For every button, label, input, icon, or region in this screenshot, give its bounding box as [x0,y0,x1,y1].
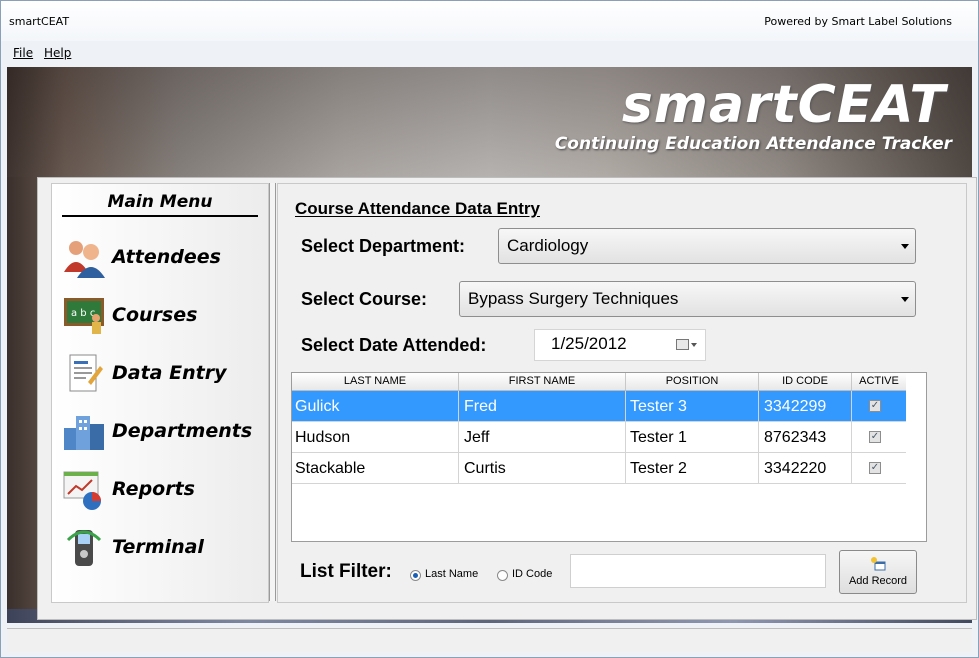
menu-bar: File Help [7,43,972,65]
active-checkbox[interactable]: ✓ [869,462,881,474]
window-title: smartCEAT [9,15,70,28]
cell-last-name: Stackable [295,460,366,477]
panel-splitter[interactable] [269,183,276,601]
menu-help[interactable]: Help [44,46,71,60]
cell-id-code: 3342220 [764,460,827,477]
app-tagline: Continuing Education Attendance Tracker [554,134,952,154]
department-select[interactable]: Cardiology [498,228,916,264]
add-record-label: Add Record [848,575,908,587]
calendar-icon[interactable] [676,339,689,350]
date-label: Select Date Attended: [301,335,487,355]
nav-attendees-label: Attendees [112,246,221,268]
cell-id-code: 3342299 [764,398,827,415]
nav-courses-label: Courses [112,304,198,326]
main-menu-title: Main Menu [107,192,213,212]
filter-id-code-radio[interactable] [497,570,508,581]
chalkboard-icon: a b c [64,298,104,334]
list-filter-label: List Filter: [300,561,392,582]
cell-last-name: Hudson [295,429,351,446]
attendance-grid[interactable]: LAST NAME FIRST NAME POSITION ID CODE AC… [291,372,927,542]
nav-departments[interactable]: Departments [58,408,264,456]
powered-by-text: Powered by Smart Label Solutions [764,15,952,28]
course-select[interactable]: Bypass Surgery Techniques [459,281,916,317]
col-id-code[interactable]: ID CODE [759,375,851,387]
cell-first-name: Curtis [464,460,506,477]
cell-first-name: Jeff [464,429,490,446]
nav-reports[interactable]: Reports [58,466,264,514]
main-menu: Main Menu Attendees a b c Courses Data E… [51,183,269,603]
date-value: 1/25/2012 [551,334,627,353]
filter-input[interactable] [570,554,826,588]
status-bar [7,628,972,652]
app-window: smartCEAT Powered by Smart Label Solutio… [0,0,979,658]
people-icon [64,241,105,278]
data-entry-panel: Course Attendance Data Entry Select Depa… [277,183,967,603]
department-label: Select Department: [301,236,466,256]
cell-position: Tester 1 [630,429,687,446]
document-edit-icon [69,354,103,392]
nav-departments-label: Departments [112,420,253,442]
course-label: Select Course: [301,289,428,309]
nav-attendees[interactable]: Attendees [58,234,264,282]
nav-reports-label: Reports [112,478,195,500]
active-checkbox[interactable]: ✓ [869,400,881,412]
add-record-icon [871,557,886,571]
table-row[interactable]: Stackable Curtis Tester 2 3342220 ✓ [292,453,906,484]
col-active[interactable]: ACTIVE [852,375,906,387]
cell-position: Tester 2 [630,460,687,477]
nav-terminal-label: Terminal [112,536,204,558]
table-row[interactable]: Gulick Fred Tester 3 3342299 ✓ [292,391,906,422]
page-title: Course Attendance Data Entry [295,199,540,218]
nav-data-entry[interactable]: Data Entry [58,350,264,398]
add-record-button[interactable]: Add Record [839,550,917,594]
handheld-terminal-icon [66,530,102,566]
chevron-down-icon [901,244,909,249]
date-picker[interactable]: 1/25/2012 [534,329,706,361]
nav-data-entry-label: Data Entry [112,362,227,384]
grid-header: LAST NAME FIRST NAME POSITION ID CODE AC… [292,373,906,391]
cell-id-code: 8762343 [764,429,827,446]
table-row[interactable]: Hudson Jeff Tester 1 8762343 ✓ [292,422,906,453]
chevron-down-icon [691,343,697,347]
col-last-name[interactable]: LAST NAME [292,375,458,387]
svg-text:a b c: a b c [71,308,95,319]
filter-id-code-label: ID Code [512,568,553,580]
course-value: Bypass Surgery Techniques [468,289,679,308]
menu-file[interactable]: File [13,46,33,60]
col-position[interactable]: POSITION [626,375,758,387]
chevron-down-icon [901,297,909,302]
filter-last-name-label: Last Name [425,568,479,580]
col-first-name[interactable]: FIRST NAME [459,375,625,387]
buildings-icon [64,416,104,450]
nav-courses[interactable]: a b c Courses [58,292,264,340]
filter-last-name-radio[interactable] [410,570,421,581]
app-logo: smartCEAT [621,75,946,135]
title-bar: smartCEAT Powered by Smart Label Solutio… [1,1,978,41]
department-value: Cardiology [507,236,589,255]
nav-terminal[interactable]: Terminal [58,524,264,572]
chart-icon [63,471,101,510]
cell-last-name: Gulick [295,398,340,415]
cell-position: Tester 3 [630,398,687,415]
active-checkbox[interactable]: ✓ [869,431,881,443]
cell-first-name: Fred [464,398,497,415]
